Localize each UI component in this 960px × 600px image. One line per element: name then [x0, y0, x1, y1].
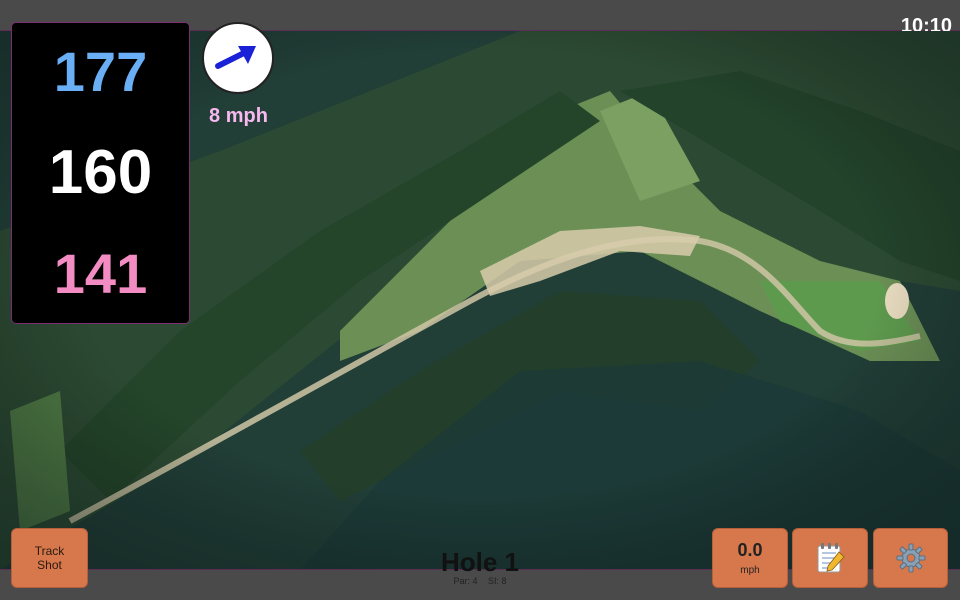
wind-arrow-icon: [215, 46, 256, 69]
distance-front: 141: [53, 242, 148, 305]
track-shot-label-line1: Track: [34, 544, 65, 558]
hole-info: Hole 1 Par: 4 SI: 8: [400, 548, 560, 586]
speed-unit: mph: [740, 565, 760, 576]
notepad-icon: [817, 543, 845, 573]
speed-button[interactable]: 0.0 mph: [712, 528, 788, 588]
track-shot-button[interactable]: Track Shot: [11, 528, 88, 588]
wind-direction-dial: [202, 22, 274, 94]
hole-stroke-index: SI: 8: [488, 576, 507, 586]
wind-speed-label: 8 mph: [209, 105, 268, 127]
hole-par: Par: 4: [453, 576, 478, 586]
distance-panel: 177 160 141: [11, 22, 190, 324]
hole-details: Par: 4 SI: 8: [400, 576, 560, 586]
distance-back: 177: [53, 40, 148, 103]
gear-icon: [896, 543, 925, 573]
distance-middle: 160: [48, 138, 153, 207]
notes-button[interactable]: [792, 528, 868, 588]
speed-value: 0.0: [737, 540, 763, 560]
settings-button[interactable]: [873, 528, 948, 588]
hole-title: Hole 1: [440, 547, 520, 577]
track-shot-label-line2: Shot: [37, 558, 62, 572]
